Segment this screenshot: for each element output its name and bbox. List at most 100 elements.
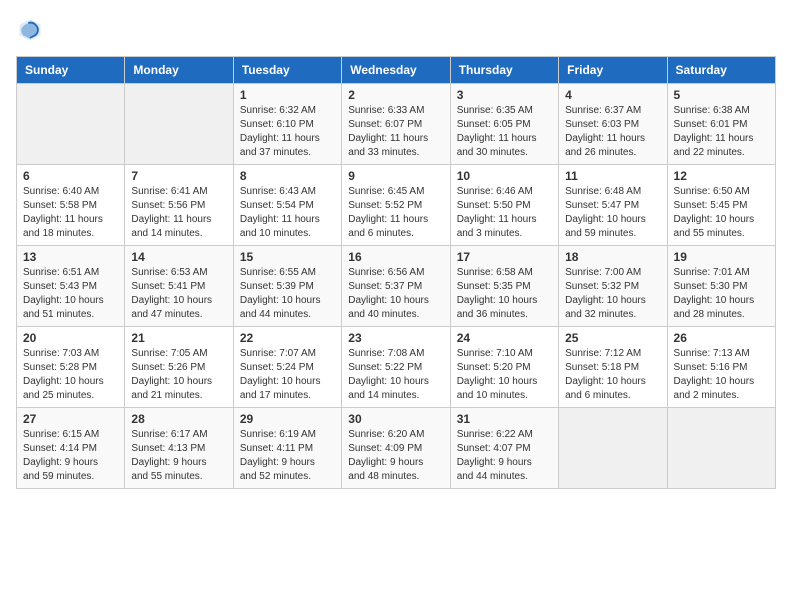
calendar-cell: 29 Sunrise: 6:19 AM Sunset: 4:11 PM Dayli… bbox=[233, 408, 341, 489]
day-number: 11 bbox=[565, 169, 660, 183]
day-number: 25 bbox=[565, 331, 660, 345]
calendar-cell: 4 Sunrise: 6:37 AM Sunset: 6:03 PM Daylig… bbox=[559, 84, 667, 165]
day-number: 22 bbox=[240, 331, 335, 345]
calendar-header-row: SundayMondayTuesdayWednesdayThursdayFrid… bbox=[17, 57, 776, 84]
day-info: Sunrise: 6:40 AM Sunset: 5:58 PM Dayligh… bbox=[23, 185, 118, 241]
day-number: 14 bbox=[131, 250, 226, 264]
calendar-cell: 27 Sunrise: 6:15 AM Sunset: 4:14 PM Dayli… bbox=[17, 408, 125, 489]
calendar-header-wednesday: Wednesday bbox=[342, 57, 450, 84]
day-info: Sunrise: 6:46 AM Sunset: 5:50 PM Dayligh… bbox=[457, 185, 552, 241]
day-info: Sunrise: 7:07 AM Sunset: 5:24 PM Dayligh… bbox=[240, 347, 335, 403]
day-number: 15 bbox=[240, 250, 335, 264]
day-number: 16 bbox=[348, 250, 443, 264]
calendar-cell: 31 Sunrise: 6:22 AM Sunset: 4:07 PM Dayli… bbox=[450, 408, 558, 489]
calendar-cell: 23 Sunrise: 7:08 AM Sunset: 5:22 PM Dayli… bbox=[342, 327, 450, 408]
calendar-cell: 5Sunrise: 6:38 AM Sunset: 6:01 PM Daylig… bbox=[667, 84, 775, 165]
day-number: 10 bbox=[457, 169, 552, 183]
day-info: Sunrise: 7:00 AM Sunset: 5:32 PM Dayligh… bbox=[565, 266, 660, 322]
day-info: Sunrise: 6:20 AM Sunset: 4:09 PM Dayligh… bbox=[348, 428, 443, 484]
calendar-cell: 9 Sunrise: 6:45 AM Sunset: 5:52 PM Daylig… bbox=[342, 165, 450, 246]
calendar-table: SundayMondayTuesdayWednesdayThursdayFrid… bbox=[16, 56, 776, 489]
day-info: Sunrise: 6:43 AM Sunset: 5:54 PM Dayligh… bbox=[240, 185, 335, 241]
day-number: 7 bbox=[131, 169, 226, 183]
calendar-week-row: 27 Sunrise: 6:15 AM Sunset: 4:14 PM Dayli… bbox=[17, 408, 776, 489]
day-info: Sunrise: 6:32 AM Sunset: 6:10 PM Dayligh… bbox=[240, 104, 335, 160]
calendar-cell: 17 Sunrise: 6:58 AM Sunset: 5:35 PM Dayli… bbox=[450, 246, 558, 327]
day-number: 19 bbox=[674, 250, 769, 264]
calendar-cell: 25Sunrise: 7:12 AM Sunset: 5:18 PM Dayli… bbox=[559, 327, 667, 408]
calendar-cell: 8 Sunrise: 6:43 AM Sunset: 5:54 PM Daylig… bbox=[233, 165, 341, 246]
calendar-cell: 14 Sunrise: 6:53 AM Sunset: 5:41 PM Dayli… bbox=[125, 246, 233, 327]
day-number: 21 bbox=[131, 331, 226, 345]
calendar-cell: 28 Sunrise: 6:17 AM Sunset: 4:13 PM Dayli… bbox=[125, 408, 233, 489]
day-info: Sunrise: 6:17 AM Sunset: 4:13 PM Dayligh… bbox=[131, 428, 226, 484]
day-number: 27 bbox=[23, 412, 118, 426]
day-info: Sunrise: 6:53 AM Sunset: 5:41 PM Dayligh… bbox=[131, 266, 226, 322]
day-number: 8 bbox=[240, 169, 335, 183]
day-info: Sunrise: 6:55 AM Sunset: 5:39 PM Dayligh… bbox=[240, 266, 335, 322]
page-header bbox=[16, 16, 776, 44]
day-number: 9 bbox=[348, 169, 443, 183]
day-number: 1 bbox=[240, 88, 335, 102]
calendar-header-friday: Friday bbox=[559, 57, 667, 84]
day-info: Sunrise: 6:58 AM Sunset: 5:35 PM Dayligh… bbox=[457, 266, 552, 322]
calendar-header-monday: Monday bbox=[125, 57, 233, 84]
day-info: Sunrise: 6:41 AM Sunset: 5:56 PM Dayligh… bbox=[131, 185, 226, 241]
calendar-cell: 16Sunrise: 6:56 AM Sunset: 5:37 PM Dayli… bbox=[342, 246, 450, 327]
logo-icon bbox=[16, 16, 44, 44]
day-number: 28 bbox=[131, 412, 226, 426]
day-info: Sunrise: 6:37 AM Sunset: 6:03 PM Dayligh… bbox=[565, 104, 660, 160]
calendar-cell: 7 Sunrise: 6:41 AM Sunset: 5:56 PM Daylig… bbox=[125, 165, 233, 246]
calendar-cell: 22 Sunrise: 7:07 AM Sunset: 5:24 PM Dayli… bbox=[233, 327, 341, 408]
day-info: Sunrise: 6:45 AM Sunset: 5:52 PM Dayligh… bbox=[348, 185, 443, 241]
day-number: 26 bbox=[674, 331, 769, 345]
calendar-cell: 20Sunrise: 7:03 AM Sunset: 5:28 PM Dayli… bbox=[17, 327, 125, 408]
day-number: 12 bbox=[674, 169, 769, 183]
day-number: 3 bbox=[457, 88, 552, 102]
calendar-cell: 24Sunrise: 7:10 AM Sunset: 5:20 PM Dayli… bbox=[450, 327, 558, 408]
day-info: Sunrise: 6:48 AM Sunset: 5:47 PM Dayligh… bbox=[565, 185, 660, 241]
day-info: Sunrise: 7:13 AM Sunset: 5:16 PM Dayligh… bbox=[674, 347, 769, 403]
day-info: Sunrise: 6:50 AM Sunset: 5:45 PM Dayligh… bbox=[674, 185, 769, 241]
day-info: Sunrise: 7:01 AM Sunset: 5:30 PM Dayligh… bbox=[674, 266, 769, 322]
calendar-cell bbox=[559, 408, 667, 489]
logo bbox=[16, 16, 48, 44]
day-info: Sunrise: 6:19 AM Sunset: 4:11 PM Dayligh… bbox=[240, 428, 335, 484]
day-number: 6 bbox=[23, 169, 118, 183]
day-number: 31 bbox=[457, 412, 552, 426]
calendar-week-row: 6 Sunrise: 6:40 AM Sunset: 5:58 PM Daylig… bbox=[17, 165, 776, 246]
calendar-cell: 30 Sunrise: 6:20 AM Sunset: 4:09 PM Dayli… bbox=[342, 408, 450, 489]
calendar-cell: 13Sunrise: 6:51 AM Sunset: 5:43 PM Dayli… bbox=[17, 246, 125, 327]
day-info: Sunrise: 7:03 AM Sunset: 5:28 PM Dayligh… bbox=[23, 347, 118, 403]
calendar-cell bbox=[125, 84, 233, 165]
day-info: Sunrise: 6:15 AM Sunset: 4:14 PM Dayligh… bbox=[23, 428, 118, 484]
calendar-cell: 19 Sunrise: 7:01 AM Sunset: 5:30 PM Dayli… bbox=[667, 246, 775, 327]
day-info: Sunrise: 7:08 AM Sunset: 5:22 PM Dayligh… bbox=[348, 347, 443, 403]
day-info: Sunrise: 6:33 AM Sunset: 6:07 PM Dayligh… bbox=[348, 104, 443, 160]
calendar-header-thursday: Thursday bbox=[450, 57, 558, 84]
calendar-header-sunday: Sunday bbox=[17, 57, 125, 84]
day-number: 23 bbox=[348, 331, 443, 345]
day-number: 30 bbox=[348, 412, 443, 426]
calendar-cell: 12 Sunrise: 6:50 AM Sunset: 5:45 PM Dayli… bbox=[667, 165, 775, 246]
calendar-cell: 21Sunrise: 7:05 AM Sunset: 5:26 PM Dayli… bbox=[125, 327, 233, 408]
day-number: 18 bbox=[565, 250, 660, 264]
day-info: Sunrise: 6:35 AM Sunset: 6:05 PM Dayligh… bbox=[457, 104, 552, 160]
calendar-week-row: 1 Sunrise: 6:32 AM Sunset: 6:10 PM Daylig… bbox=[17, 84, 776, 165]
day-info: Sunrise: 6:22 AM Sunset: 4:07 PM Dayligh… bbox=[457, 428, 552, 484]
day-info: Sunrise: 7:10 AM Sunset: 5:20 PM Dayligh… bbox=[457, 347, 552, 403]
day-number: 17 bbox=[457, 250, 552, 264]
calendar-cell: 26 Sunrise: 7:13 AM Sunset: 5:16 PM Dayli… bbox=[667, 327, 775, 408]
day-number: 4 bbox=[565, 88, 660, 102]
calendar-cell: 18 Sunrise: 7:00 AM Sunset: 5:32 PM Dayli… bbox=[559, 246, 667, 327]
calendar-week-row: 13Sunrise: 6:51 AM Sunset: 5:43 PM Dayli… bbox=[17, 246, 776, 327]
day-number: 13 bbox=[23, 250, 118, 264]
calendar-header-saturday: Saturday bbox=[667, 57, 775, 84]
day-number: 29 bbox=[240, 412, 335, 426]
calendar-cell: 2 Sunrise: 6:33 AM Sunset: 6:07 PM Daylig… bbox=[342, 84, 450, 165]
calendar-cell: 6 Sunrise: 6:40 AM Sunset: 5:58 PM Daylig… bbox=[17, 165, 125, 246]
day-number: 2 bbox=[348, 88, 443, 102]
calendar-header-tuesday: Tuesday bbox=[233, 57, 341, 84]
calendar-cell bbox=[667, 408, 775, 489]
calendar-cell bbox=[17, 84, 125, 165]
